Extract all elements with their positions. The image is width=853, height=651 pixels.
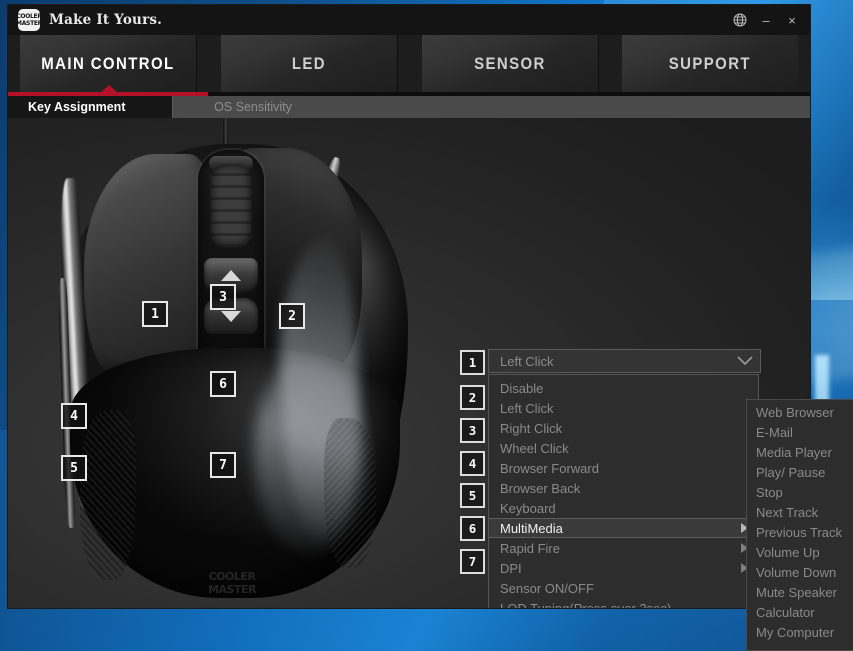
submenu-item-previous-track[interactable]: Previous Track <box>747 522 853 542</box>
logo-line-2: MASTER <box>18 20 40 27</box>
key-index-5[interactable]: 5 <box>460 483 485 508</box>
window-controls: – × <box>728 5 804 35</box>
combobox-value: Left Click <box>500 353 554 369</box>
dropdown-item-multimedia[interactable]: MultiMedia <box>489 518 758 538</box>
sub-tab-key-assignment[interactable]: Key Assignment <box>8 96 172 118</box>
dropdown-item-keyboard[interactable]: Keyboard <box>489 498 758 518</box>
submenu-item-next-track[interactable]: Next Track <box>747 502 853 522</box>
submenu-item-calculator[interactable]: Calculator <box>747 602 853 622</box>
tab-led[interactable]: LED <box>220 35 398 92</box>
mouse-badge-5[interactable]: 5 <box>61 455 87 481</box>
dropdown-item-browser-forward[interactable]: Browser Forward <box>489 458 758 478</box>
submenu-item-my-computer[interactable]: My Computer <box>747 622 853 642</box>
sub-tab-bar: Key Assignment OS Sensitivity <box>8 96 810 118</box>
dropdown-item-rapid-fire[interactable]: Rapid Fire <box>489 538 758 558</box>
mouse-scroll-wheel <box>211 164 251 246</box>
key-index-2[interactable]: 2 <box>460 385 485 410</box>
active-tab-indicator <box>8 85 810 96</box>
submenu-item-mute-speaker[interactable]: Mute Speaker <box>747 582 853 602</box>
multimedia-submenu[interactable]: Web Browser E-Mail Media Player Play/ Pa… <box>746 399 853 651</box>
key-index-6[interactable]: 6 <box>460 516 485 541</box>
submenu-item-volume-up[interactable]: Volume Up <box>747 542 853 562</box>
key-index-7[interactable]: 7 <box>460 549 485 574</box>
mouse-left-grip <box>80 410 136 580</box>
chevron-down-icon <box>221 311 241 322</box>
globe-icon[interactable] <box>728 7 752 33</box>
mouse-badge-6[interactable]: 6 <box>210 371 236 397</box>
active-tab-notch-icon <box>100 85 118 93</box>
dropdown-item-right-click[interactable]: Right Click <box>489 418 758 438</box>
dropdown-item-left-click[interactable]: Left Click <box>489 398 758 418</box>
mouse-right-grip <box>324 418 376 568</box>
sub-tab-os-sensitivity[interactable]: OS Sensitivity <box>172 96 333 118</box>
mouse-logo-emboss: COOLER MASTER <box>196 570 268 602</box>
application-window: COOLER MASTER Make It Yours. – × MAIN CO… <box>8 5 810 608</box>
dropdown-item-disable[interactable]: Disable <box>489 378 758 398</box>
close-button[interactable]: × <box>780 7 804 33</box>
key-index-4[interactable]: 4 <box>460 451 485 476</box>
minimize-button[interactable]: – <box>754 7 778 33</box>
key-index-1[interactable]: 1 <box>460 350 485 375</box>
emboss-line-2: MASTER <box>208 583 256 596</box>
submenu-item-volume-down[interactable]: Volume Down <box>747 562 853 582</box>
key-index-3[interactable]: 3 <box>460 418 485 443</box>
tab-sensor[interactable]: SENSOR <box>421 35 599 92</box>
title-bar: COOLER MASTER Make It Yours. – × <box>8 5 810 35</box>
cooler-master-logo-icon: COOLER MASTER <box>18 9 40 31</box>
mouse-illustration: COOLER MASTER 1 2 3 4 5 6 7 <box>18 118 448 608</box>
chevron-up-icon <box>221 270 241 281</box>
key-action-dropdown[interactable]: Disable Left Click Right Click Wheel Cli… <box>488 374 759 608</box>
submenu-item-stop[interactable]: Stop <box>747 482 853 502</box>
dropdown-item-lod-tuning[interactable]: LOD Tuning(Press over 3sec) <box>489 598 758 609</box>
dropdown-item-browser-back[interactable]: Browser Back <box>489 478 758 498</box>
dropdown-item-wheel-click[interactable]: Wheel Click <box>489 438 758 458</box>
sub-tab-spacer <box>333 96 810 118</box>
mouse-badge-1[interactable]: 1 <box>142 301 168 327</box>
submenu-item-e-mail[interactable]: E-Mail <box>747 422 853 442</box>
dropdown-item-dpi-label: DPI <box>500 560 522 576</box>
app-title: Make It Yours. <box>49 12 163 28</box>
emboss-line-1: COOLER <box>208 570 256 583</box>
chevron-down-icon[interactable] <box>730 356 760 366</box>
mouse-badge-3[interactable]: 3 <box>210 284 236 310</box>
main-content-panel: COOLER MASTER 1 2 3 4 5 6 7 1 2 3 4 5 6 … <box>8 118 810 608</box>
dropdown-item-rapid-fire-label: Rapid Fire <box>500 540 560 556</box>
tab-main-control[interactable]: MAIN CONTROL <box>20 35 197 92</box>
submenu-item-web-browser[interactable]: Web Browser <box>747 402 853 422</box>
dropdown-item-sensor-on-off[interactable]: Sensor ON/OFF <box>489 578 758 598</box>
mouse-left-button <box>84 154 208 372</box>
mouse-badge-2[interactable]: 2 <box>279 303 305 329</box>
mouse-badge-4[interactable]: 4 <box>61 403 87 429</box>
tab-support[interactable]: SUPPORT <box>622 35 799 92</box>
mouse-badge-7[interactable]: 7 <box>210 452 236 478</box>
dropdown-item-dpi[interactable]: DPI <box>489 558 758 578</box>
main-tab-bar: MAIN CONTROL LED SENSOR SUPPORT <box>8 35 810 92</box>
dropdown-item-multimedia-label: MultiMedia <box>500 520 563 536</box>
key-action-combobox[interactable]: Left Click <box>488 349 761 373</box>
submenu-item-media-player[interactable]: Media Player <box>747 442 853 462</box>
logo-line-1: COOLER <box>18 13 40 20</box>
submenu-item-play-pause[interactable]: Play/ Pause <box>747 462 853 482</box>
